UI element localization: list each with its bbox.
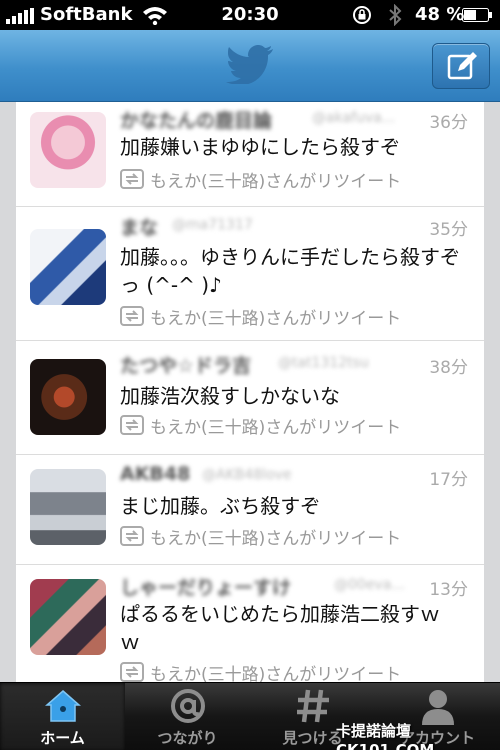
tweet-text: ぱるるをいじめたら加藤浩二殺すｗｗ	[120, 602, 440, 654]
tweet-item[interactable]: AKB48 @AKB48love 17分 まじ加藤。ぶち殺すぞ もえか(三十路)…	[16, 455, 484, 565]
retweet-info: もえか(三十路)さんがリツイート	[120, 168, 450, 192]
navigation-bar	[0, 30, 500, 102]
tweet-time: 36分	[429, 113, 468, 133]
tweet-time: 35分	[429, 220, 468, 240]
retweet-info: もえか(三十路)さんがリツイート	[120, 305, 450, 329]
compose-button[interactable]	[432, 43, 490, 89]
tweet-text: 加藤嫌いまゆゆにしたら殺すぞ	[120, 135, 400, 159]
author-name[interactable]: たつや☆ドラ吉	[120, 351, 251, 378]
avatar[interactable]	[30, 469, 106, 545]
retweet-info: もえか(三十路)さんがリツイート	[120, 525, 450, 549]
author-handle: @ma71317	[172, 217, 253, 233]
avatar[interactable]	[30, 359, 106, 435]
tweet-text: 加藤。。。ゆきりんに手だしたら殺すぞっ (^-^ )♪	[120, 245, 460, 297]
retweet-icon	[120, 169, 144, 189]
retweet-info: もえか(三十路)さんがリツイート	[120, 414, 450, 438]
tweet-time: 13分	[429, 580, 468, 600]
tweet-item[interactable]: しゃーだりょーすけ @00eva... 13分 ぱるるをいじめたら加藤浩二殺すｗ…	[16, 565, 484, 682]
tab-home[interactable]: ホーム	[0, 683, 125, 750]
tweet-item[interactable]: かなたんの鹿目論 @akafuva... 36分 加藤嫌いまゆゆにしたら殺すぞ …	[16, 102, 484, 207]
retweet-label: もえか(三十路)さんがリツイート	[150, 172, 402, 192]
at-icon	[171, 689, 205, 723]
tweet-list[interactable]: かなたんの鹿目論 @akafuva... 36分 加藤嫌いまゆゆにしたら殺すぞ …	[16, 102, 484, 682]
retweet-label: もえか(三十路)さんがリツイート	[150, 309, 402, 329]
author-handle: @AKB48love	[202, 467, 292, 483]
tab-label: ホーム	[40, 729, 85, 747]
compose-icon	[447, 52, 477, 80]
retweet-label: もえか(三十路)さんがリツイート	[150, 418, 402, 438]
author-name[interactable]: AKB48	[120, 463, 190, 485]
retweet-icon	[120, 526, 144, 546]
avatar[interactable]	[30, 112, 106, 188]
retweet-label: もえか(三十路)さんがリツイート	[150, 665, 402, 682]
watermark: 卡提諾論壇 CK101.COM	[336, 722, 435, 750]
author-name[interactable]: しゃーだりょーすけ	[120, 573, 291, 600]
tab-connect[interactable]: つながり	[125, 683, 250, 750]
tweet-text: 加藤浩次殺すしかないな	[120, 384, 340, 408]
timeline[interactable]: かなたんの鹿目論 @akafuva... 36分 加藤嫌いまゆゆにしたら殺すぞ …	[0, 102, 500, 682]
tweet-time: 17分	[429, 470, 468, 490]
author-name[interactable]: かなたんの鹿目論	[120, 106, 272, 133]
tab-label: つながり	[157, 729, 218, 747]
retweet-icon	[120, 415, 144, 435]
status-bar: SoftBank 20:30 48 %	[0, 0, 500, 30]
avatar[interactable]	[30, 579, 106, 655]
avatar[interactable]	[30, 229, 106, 305]
retweet-info: もえか(三十路)さんがリツイート	[120, 661, 450, 682]
tweet-time: 38分	[429, 358, 468, 378]
rotation-lock-icon	[353, 6, 371, 24]
author-handle: @akafuva...	[312, 110, 396, 126]
retweet-label: もえか(三十路)さんがリツイート	[150, 529, 402, 549]
hash-icon	[297, 689, 329, 723]
bluetooth-icon	[389, 4, 402, 26]
retweet-icon	[120, 662, 144, 682]
battery-percent: 48 %	[415, 4, 465, 25]
author-name[interactable]: まな	[120, 213, 158, 240]
tweet-item[interactable]: まな @ma71317 35分 加藤。。。ゆきりんに手だしたら殺すぞっ (^-^…	[16, 207, 484, 341]
author-handle: @00eva...	[334, 577, 405, 593]
retweet-icon	[120, 306, 144, 326]
battery-icon	[462, 8, 492, 22]
tweet-item[interactable]: たつや☆ドラ吉 @tat1312tsu 38分 加藤浩次殺すしかないな もえか(…	[16, 341, 484, 455]
tweet-text: まじ加藤。ぶち殺すぞ	[120, 494, 321, 518]
home-icon	[45, 690, 81, 722]
author-handle: @tat1312tsu	[278, 355, 369, 371]
twitter-bird-icon	[226, 45, 273, 84]
